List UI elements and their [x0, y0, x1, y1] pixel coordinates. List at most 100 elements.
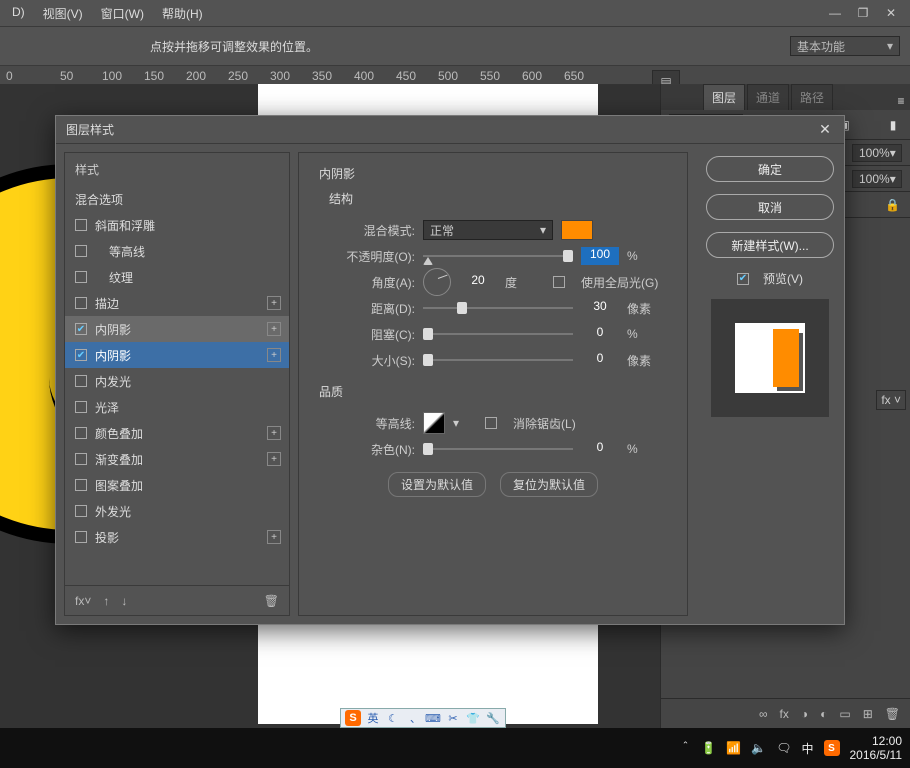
- style-checkbox[interactable]: [75, 219, 87, 231]
- tray-overflow-icon[interactable]: ＾: [679, 740, 691, 757]
- adjustment-icon[interactable]: ◐: [820, 707, 827, 721]
- wifi-icon[interactable]: 📶: [726, 741, 741, 755]
- blend-mode-dropdown[interactable]: 正常▾: [423, 220, 553, 240]
- ime-bar[interactable]: S 英 ☾ ､ ⌨ ✂ 👕 🔧: [340, 708, 506, 728]
- style-checkbox[interactable]: [75, 349, 87, 361]
- size-slider[interactable]: [423, 353, 573, 367]
- minimize-button[interactable]: —: [822, 4, 848, 22]
- dialog-titlebar[interactable]: 图层样式 ✕: [56, 116, 844, 144]
- cancel-button[interactable]: 取消: [706, 194, 834, 220]
- fx-indicator[interactable]: fx ˅: [876, 390, 906, 410]
- workspace-dropdown[interactable]: 基本功能▾: [790, 36, 900, 56]
- notification-icon[interactable]: 🗨: [776, 741, 791, 755]
- add-effect-button[interactable]: +: [267, 322, 281, 336]
- choke-value[interactable]: 0: [581, 325, 619, 343]
- tab-layers[interactable]: 图层: [703, 84, 745, 110]
- trash-icon[interactable]: 🗑: [885, 707, 900, 721]
- angle-dial[interactable]: [423, 268, 451, 296]
- fx-icon[interactable]: fx: [780, 707, 789, 721]
- preview-toggle[interactable]: 预览(V): [737, 270, 803, 287]
- style-row-11[interactable]: 外发光: [65, 498, 289, 524]
- style-row-0[interactable]: 斜面和浮雕: [65, 212, 289, 238]
- size-value[interactable]: 0: [581, 351, 619, 369]
- preview-checkbox[interactable]: [737, 273, 749, 285]
- style-row-9[interactable]: 渐变叠加+: [65, 446, 289, 472]
- style-checkbox[interactable]: [75, 401, 87, 413]
- maximize-button[interactable]: ❐: [850, 4, 876, 22]
- clock[interactable]: 12:00 2016/5/11: [850, 734, 903, 763]
- fill-value[interactable]: 100%▾: [852, 170, 902, 188]
- new-style-button[interactable]: 新建样式(W)...: [706, 232, 834, 258]
- tab-paths[interactable]: 路径: [791, 84, 833, 110]
- style-checkbox[interactable]: [75, 271, 87, 283]
- style-checkbox[interactable]: [75, 531, 87, 543]
- color-swatch[interactable]: [561, 220, 593, 240]
- trash-icon[interactable]: 🗑: [264, 594, 279, 608]
- new-layer-icon[interactable]: ⊞: [863, 707, 873, 721]
- make-default-button[interactable]: 设置为默认值: [388, 472, 486, 497]
- add-effect-button[interactable]: +: [267, 426, 281, 440]
- blending-options-row[interactable]: 混合选项: [65, 186, 289, 212]
- global-light-checkbox[interactable]: [553, 276, 565, 288]
- ime-indicator[interactable]: 中: [801, 740, 813, 757]
- angle-value[interactable]: 20: [459, 273, 497, 291]
- chevron-down-icon[interactable]: ▾: [453, 416, 459, 430]
- ime-keyboard-icon[interactable]: ⌨: [425, 710, 441, 726]
- opacity-value[interactable]: 100: [581, 247, 619, 265]
- style-row-4[interactable]: 内阴影+: [65, 316, 289, 342]
- panel-menu-icon[interactable]: ≡: [892, 92, 910, 110]
- ime-sogou-icon[interactable]: S: [345, 710, 361, 726]
- style-row-3[interactable]: 描边+: [65, 290, 289, 316]
- menu-view[interactable]: 视图(V): [37, 3, 89, 24]
- ok-button[interactable]: 确定: [706, 156, 834, 182]
- dialog-close-button[interactable]: ✕: [816, 121, 834, 139]
- add-effect-button[interactable]: +: [267, 452, 281, 466]
- style-checkbox[interactable]: [75, 245, 87, 257]
- menu-window[interactable]: 窗口(W): [95, 3, 150, 24]
- ime-skin-icon[interactable]: 👕: [465, 710, 481, 726]
- choke-slider[interactable]: [423, 327, 573, 341]
- noise-value[interactable]: 0: [581, 440, 619, 458]
- style-row-5[interactable]: 内阴影+: [65, 342, 289, 368]
- add-effect-button[interactable]: +: [267, 348, 281, 362]
- close-button[interactable]: ✕: [878, 4, 904, 22]
- style-row-6[interactable]: 内发光: [65, 368, 289, 394]
- style-row-8[interactable]: 颜色叠加+: [65, 420, 289, 446]
- distance-value[interactable]: 30: [581, 299, 619, 317]
- style-checkbox[interactable]: [75, 297, 87, 309]
- opacity-value[interactable]: 100%▾: [852, 144, 902, 162]
- style-checkbox[interactable]: [75, 375, 87, 387]
- style-checkbox[interactable]: [75, 479, 87, 491]
- link-icon[interactable]: ∞: [759, 707, 768, 721]
- style-checkbox[interactable]: [75, 453, 87, 465]
- menu-d[interactable]: D): [6, 3, 31, 24]
- style-checkbox[interactable]: [75, 505, 87, 517]
- lock-icon[interactable]: 🔒: [885, 198, 900, 212]
- group-icon[interactable]: ▭: [839, 707, 850, 721]
- style-row-10[interactable]: 图案叠加: [65, 472, 289, 498]
- move-down-icon[interactable]: ↓: [121, 594, 127, 608]
- menu-help[interactable]: 帮助(H): [156, 3, 209, 24]
- noise-slider[interactable]: [423, 442, 573, 456]
- volume-icon[interactable]: 🔈: [751, 741, 766, 755]
- reset-default-button[interactable]: 复位为默认值: [500, 472, 598, 497]
- move-up-icon[interactable]: ↑: [103, 594, 109, 608]
- style-row-2[interactable]: 纹理: [65, 264, 289, 290]
- ime-lang[interactable]: 英: [365, 710, 381, 726]
- battery-icon[interactable]: 🔋: [701, 741, 716, 755]
- style-checkbox[interactable]: [75, 323, 87, 335]
- fx-menu-icon[interactable]: fx˅: [75, 594, 91, 608]
- ime-scissors-icon[interactable]: ✂: [445, 710, 461, 726]
- mask-icon[interactable]: ◑: [801, 707, 808, 721]
- opacity-slider[interactable]: [423, 249, 573, 263]
- antialias-checkbox[interactable]: [485, 417, 497, 429]
- style-checkbox[interactable]: [75, 427, 87, 439]
- style-row-1[interactable]: 等高线: [65, 238, 289, 264]
- ime-moon-icon[interactable]: ☾: [385, 710, 401, 726]
- filter-toggle[interactable]: ▮: [884, 116, 902, 134]
- style-row-12[interactable]: 投影+: [65, 524, 289, 550]
- add-effect-button[interactable]: +: [267, 296, 281, 310]
- ime-wrench-icon[interactable]: 🔧: [485, 710, 501, 726]
- tab-channels[interactable]: 通道: [747, 84, 789, 110]
- ime-punct-icon[interactable]: ､: [405, 710, 421, 726]
